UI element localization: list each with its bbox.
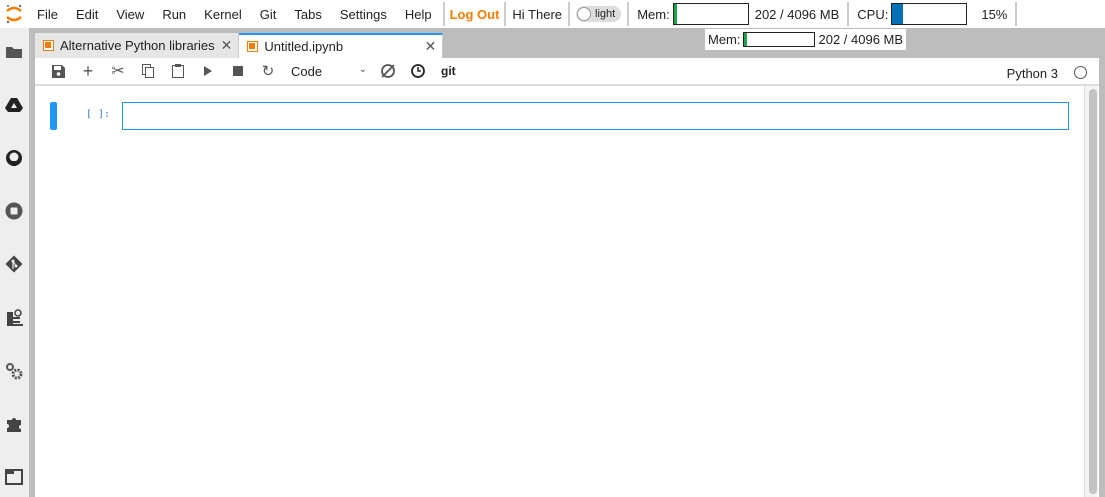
play-icon bbox=[204, 66, 212, 76]
cpu-value: 15% bbox=[981, 6, 1008, 22]
notebook-toolbar: + ✂ ↻ Code ⌄ git Python 3 bbox=[35, 58, 1099, 86]
cell-collapser[interactable] bbox=[50, 102, 57, 130]
divider bbox=[442, 2, 445, 26]
paste-button[interactable] bbox=[163, 59, 193, 83]
vertical-scrollbar[interactable] bbox=[1084, 86, 1098, 497]
menu-tabs[interactable]: Tabs bbox=[285, 7, 330, 22]
divider bbox=[568, 2, 571, 26]
divider bbox=[847, 2, 850, 26]
cpu-bar-fill bbox=[892, 4, 904, 24]
settings-gears-icon[interactable] bbox=[4, 361, 24, 381]
stop-circle-icon[interactable] bbox=[4, 201, 24, 221]
theme-toggle[interactable]: light bbox=[576, 6, 622, 22]
plus-icon: + bbox=[82, 60, 94, 81]
run-button[interactable] bbox=[193, 59, 223, 83]
git-diff-button[interactable]: git bbox=[433, 64, 464, 78]
jupyter-logo-icon bbox=[0, 0, 28, 28]
tab-alternative-python-libraries[interactable]: Alternative Python libraries ✕ bbox=[35, 33, 240, 58]
divider bbox=[1015, 2, 1018, 26]
kernel-status-icon bbox=[1074, 66, 1087, 79]
insert-cell-button[interactable]: + bbox=[73, 59, 103, 83]
divider bbox=[627, 2, 630, 26]
chevron-down-icon: ⌄ bbox=[358, 63, 367, 75]
tab-bar: Alternative Python libraries ✕ Untitled.i… bbox=[35, 33, 444, 58]
orbit-icon bbox=[381, 64, 395, 78]
history-button[interactable] bbox=[403, 59, 433, 83]
save-icon bbox=[51, 64, 65, 78]
copy-button[interactable] bbox=[133, 59, 163, 83]
interrupt-button[interactable] bbox=[223, 59, 253, 83]
git-icon[interactable] bbox=[4, 254, 24, 274]
menu-settings[interactable]: Settings bbox=[331, 7, 396, 22]
save-button[interactable] bbox=[43, 59, 73, 83]
mem-bar bbox=[672, 3, 749, 25]
menu-bar: File Edit View Run Kernel Git Tabs Setti… bbox=[0, 0, 1105, 28]
launch-binder-button[interactable] bbox=[373, 59, 403, 83]
extension-puzzle-icon[interactable] bbox=[4, 414, 24, 434]
menu-help[interactable]: Help bbox=[396, 7, 441, 22]
theme-toggle-label: light bbox=[595, 8, 616, 20]
menu-edit[interactable]: Edit bbox=[67, 7, 107, 22]
tab-label: Untitled.ipynb bbox=[264, 39, 344, 54]
notebook-icon bbox=[43, 40, 54, 51]
left-sidebar bbox=[0, 28, 29, 497]
notebook-panel: + ✂ ↻ Code ⌄ git Python 3 [ ]: bbox=[35, 58, 1099, 497]
close-icon[interactable]: ✕ bbox=[425, 38, 437, 55]
cpu-label: CPU: bbox=[857, 6, 889, 22]
mem-value: 202 / 4096 MB bbox=[754, 6, 840, 22]
stop-icon bbox=[233, 66, 243, 76]
clock-icon bbox=[411, 64, 425, 78]
mem-bar-fill bbox=[673, 4, 678, 24]
google-drive-icon[interactable] bbox=[4, 95, 24, 115]
cell-type-dropdown[interactable]: Code ⌄ bbox=[283, 64, 373, 79]
tabs-window-icon[interactable] bbox=[4, 467, 24, 487]
greeting-text: Hi There bbox=[512, 6, 563, 22]
menu-git[interactable]: Git bbox=[251, 7, 286, 22]
refresh-icon: ↻ bbox=[261, 63, 275, 80]
mem-label: Mem: bbox=[637, 6, 670, 22]
tooltip-mem-bar bbox=[742, 32, 815, 47]
cell-type-value: Code bbox=[291, 63, 323, 79]
divider bbox=[504, 2, 507, 26]
toggle-knob bbox=[577, 7, 592, 21]
code-cell[interactable]: [ ]: bbox=[50, 102, 1070, 130]
cell-editor[interactable] bbox=[122, 102, 1069, 130]
logout-button[interactable]: Log Out bbox=[447, 7, 503, 22]
tooltip-mem-label: Mem: bbox=[708, 32, 741, 47]
kernel-name[interactable]: Python 3 bbox=[1007, 66, 1058, 81]
tooltip-mem-value: 202 / 4096 MB bbox=[818, 32, 904, 47]
notebook-icon bbox=[247, 41, 259, 52]
mem-tooltip: Mem: 202 / 4096 MB bbox=[705, 29, 907, 50]
menu-run[interactable]: Run bbox=[153, 7, 195, 22]
scrollbar-thumb[interactable] bbox=[1089, 89, 1097, 494]
github-icon[interactable] bbox=[4, 148, 24, 168]
tab-untitled-ipynb[interactable]: Untitled.ipynb ✕ bbox=[239, 33, 444, 58]
close-icon[interactable]: ✕ bbox=[221, 37, 233, 54]
menu-file[interactable]: File bbox=[28, 7, 67, 22]
tooltip-mem-bar-fill bbox=[743, 33, 747, 46]
copy-icon bbox=[142, 64, 154, 78]
cut-button[interactable]: ✂ bbox=[103, 59, 133, 83]
menu-view[interactable]: View bbox=[107, 7, 153, 22]
tab-label: Alternative Python libraries bbox=[60, 38, 215, 53]
menu-kernel[interactable]: Kernel bbox=[195, 7, 251, 22]
clipboard-icon bbox=[172, 64, 184, 78]
restart-button[interactable]: ↻ bbox=[253, 59, 283, 83]
scissors-icon: ✂ bbox=[111, 63, 125, 80]
cell-prompt: [ ]: bbox=[86, 109, 111, 120]
property-inspector-icon[interactable] bbox=[4, 308, 24, 328]
cpu-bar bbox=[891, 3, 968, 25]
folder-icon[interactable] bbox=[4, 42, 24, 62]
